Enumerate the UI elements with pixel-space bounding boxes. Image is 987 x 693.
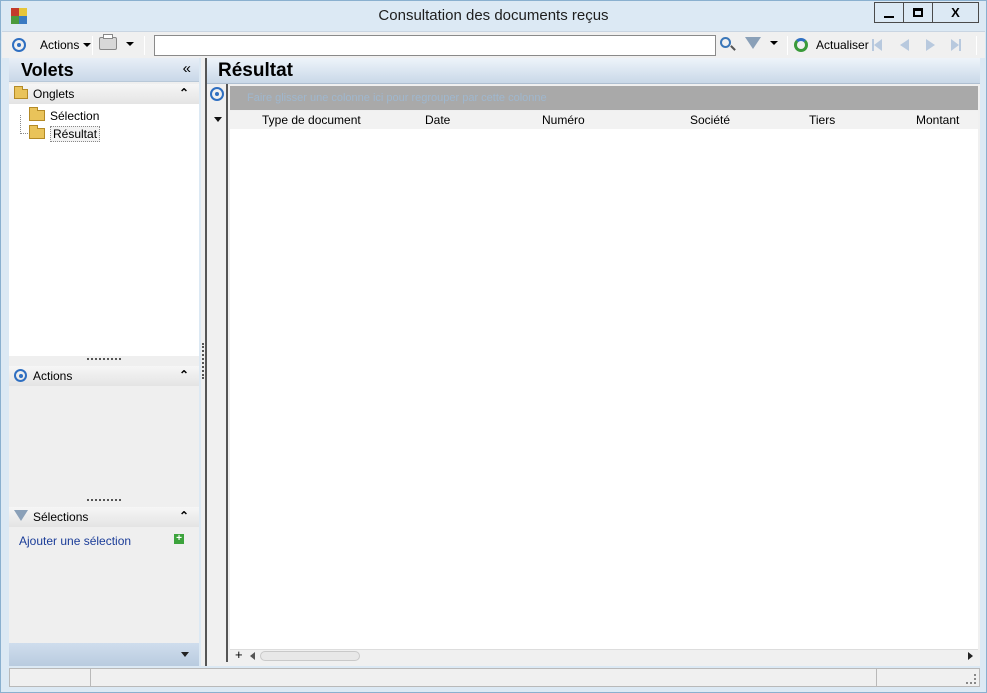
window-controls: X [874,2,979,23]
column-chooser-icon[interactable] [214,117,222,122]
selections-section-header[interactable]: Sélections ⌃ [9,507,199,527]
toolbar: Actions Actualiser [2,31,985,58]
add-row-icon[interactable]: + [235,647,243,662]
scrollbar-thumb[interactable] [260,651,360,661]
search-input-box[interactable] [154,35,716,56]
filter-icon [745,37,761,49]
collapse-panel-icon[interactable]: « [183,60,191,77]
add-icon[interactable]: + [174,534,184,544]
maximize-button[interactable] [904,3,933,22]
volets-title: Volets [21,60,74,80]
last-page-button[interactable] [951,39,961,51]
search-button[interactable] [720,37,736,51]
collapse-section-icon[interactable]: ⌃ [179,368,189,382]
actions-ring-icon [14,369,27,382]
group-by-area[interactable]: Faire glisser une colonne ici pour regro… [230,86,978,110]
column-header-date[interactable]: Date [425,113,450,127]
app-window: Consultation des documents reçus X Actio… [0,0,987,693]
last-page-icon [951,39,961,51]
resize-grip-icon[interactable] [966,674,976,684]
section-resize-grip[interactable] [87,358,121,360]
printer-icon [99,34,117,50]
first-page-icon [872,39,882,51]
maximize-icon [913,8,923,17]
add-selection-link[interactable]: Ajouter une sélection [19,534,131,548]
window-title: Consultation des documents reçus [378,7,609,24]
actions-menu-button[interactable]: Actions [40,38,92,52]
horizontal-scrollbar[interactable]: + [230,647,978,662]
onglets-tree: Sélection Résultat [9,104,199,356]
search-icon [720,37,736,51]
chevron-down-icon[interactable] [181,652,189,657]
previous-page-button[interactable] [900,39,909,51]
toolbar-separator [92,36,93,55]
splitter-grip[interactable] [202,343,204,379]
column-header-numero[interactable]: Numéro [542,113,585,127]
filter-button[interactable] [745,37,778,49]
first-page-button[interactable] [872,39,882,51]
refresh-label: Actualiser [816,38,869,52]
collapse-section-icon[interactable]: ⌃ [179,86,189,100]
column-header-societe[interactable]: Société [690,113,730,127]
tree-connector [20,115,28,134]
close-button[interactable]: X [933,3,978,22]
group-by-hint: Faire glisser une colonne ici pour regro… [247,92,547,104]
toolbar-separator [144,36,145,55]
section-resize-grip[interactable] [87,499,121,501]
scroll-right-icon[interactable] [968,652,973,660]
results-grid[interactable] [230,129,978,649]
actions-menu-label: Actions [40,38,80,52]
actions-section-header[interactable]: Actions ⌃ [9,366,199,386]
title-bar: Consultation des documents reçus X [1,1,986,31]
refresh-icon [794,38,808,52]
column-header-tiers[interactable]: Tiers [809,113,835,127]
next-page-button[interactable] [926,39,935,51]
onglets-label: Onglets [33,87,75,101]
print-button[interactable] [99,34,134,50]
grid-options-icon[interactable] [210,87,224,101]
previous-page-icon [900,39,909,51]
left-panel-footer [9,643,199,666]
tree-item-label: Résultat [50,125,101,142]
result-panel: Résultat Faire glisser une colonne ici p… [205,58,980,666]
minimize-icon [884,15,894,18]
tree-item-resultat[interactable]: Résultat [29,125,101,142]
chevron-down-icon [770,41,778,45]
selections-section-label: Sélections [33,510,89,524]
folder-icon [14,86,28,99]
chevron-down-icon [126,41,134,46]
tree-item-label: Sélection [50,108,100,123]
next-page-icon [926,39,935,51]
folder-icon [29,107,45,121]
collapse-section-icon[interactable]: ⌃ [179,509,189,523]
status-cell [10,669,91,686]
close-icon: X [951,5,960,20]
actions-section-label: Actions [33,369,73,383]
open-folder-icon [29,125,45,139]
result-title: Résultat [218,60,293,81]
actions-ring-icon[interactable] [12,38,26,52]
search-input[interactable] [155,36,715,55]
onglets-section-header[interactable]: Onglets ⌃ [9,84,199,104]
column-headers: Type de document Date Numéro Société Tie… [230,111,978,129]
tree-item-selection[interactable]: Sélection [29,107,99,124]
column-header-type[interactable]: Type de document [262,113,361,127]
volets-header: Volets « [9,58,199,82]
toolbar-separator [976,36,977,55]
result-header: Résultat [207,58,980,84]
chevron-down-icon [83,43,92,47]
scroll-left-icon[interactable] [250,652,255,660]
grid-row-selector [207,84,228,662]
minimize-button[interactable] [875,3,904,22]
status-cell [91,669,877,686]
column-header-montant[interactable]: Montant [916,113,959,127]
status-bar [9,668,980,687]
volets-panel: Volets « Onglets ⌃ Sélection Résultat Ac… [9,58,199,666]
filter-icon [14,510,28,521]
toolbar-separator [787,36,788,55]
refresh-button[interactable]: Actualiser [794,38,869,52]
